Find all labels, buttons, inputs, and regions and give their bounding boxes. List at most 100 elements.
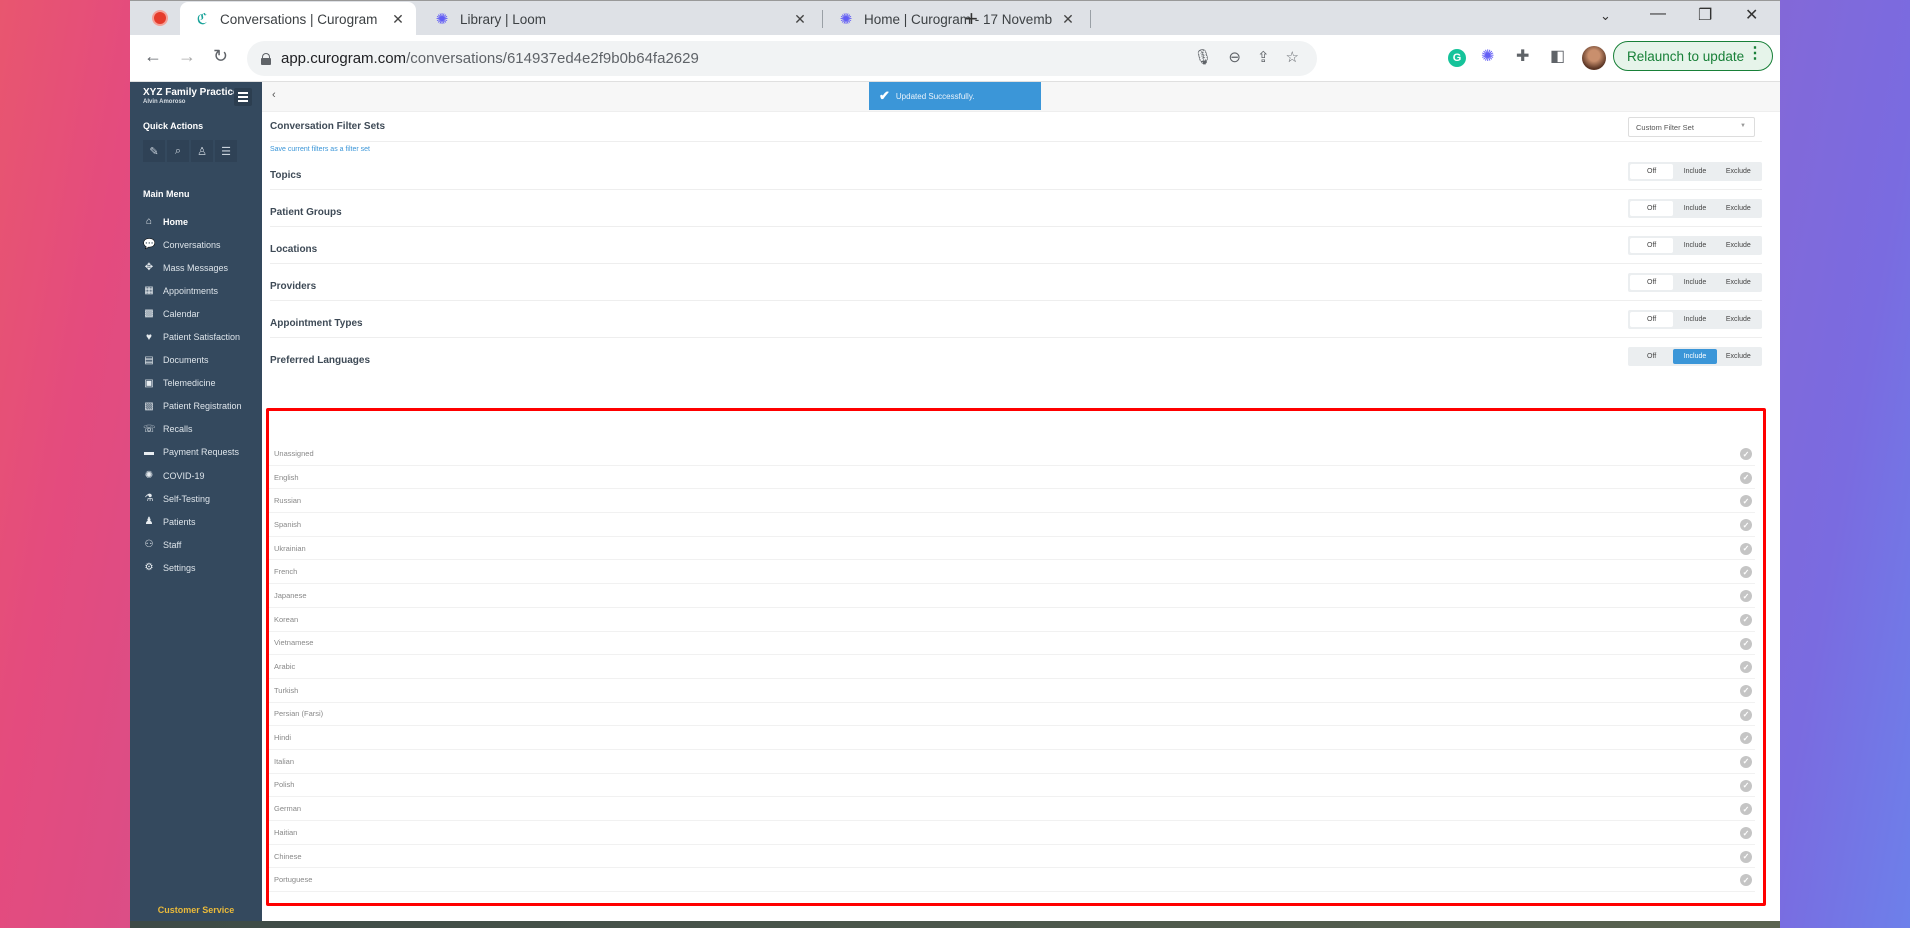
language-item[interactable]: Ukrainian ✓ bbox=[269, 537, 1755, 561]
check-circle-icon[interactable]: ✓ bbox=[1740, 684, 1752, 697]
save-filter-set-link[interactable]: Save current filters as a filter set bbox=[270, 146, 370, 153]
tab-search-chevron-icon[interactable]: ⌄ bbox=[1600, 8, 1611, 24]
check-circle-icon[interactable]: ✓ bbox=[1740, 448, 1752, 460]
loom-extension-icon[interactable]: ✺ bbox=[1481, 46, 1494, 66]
exclude-option[interactable]: Exclude bbox=[1717, 312, 1760, 327]
exclude-option[interactable]: Exclude bbox=[1717, 201, 1760, 216]
language-item[interactable]: Portuguese ✓ bbox=[269, 868, 1755, 893]
forward-arrow-icon[interactable]: → bbox=[178, 46, 196, 67]
back-arrow-icon[interactable]: ← bbox=[144, 46, 162, 67]
language-item[interactable]: German ✓ bbox=[269, 797, 1755, 821]
check-circle-icon[interactable]: ✓ bbox=[1740, 471, 1752, 484]
sidebar-item-conversations[interactable]: 💬 Conversations bbox=[143, 233, 261, 256]
close-tab-icon[interactable]: ✕ bbox=[388, 11, 408, 28]
side-panel-icon[interactable]: ◧ bbox=[1550, 46, 1565, 66]
language-item[interactable]: Chinese ✓ bbox=[269, 845, 1755, 869]
back-chevron-icon[interactable]: ‹ bbox=[272, 89, 276, 101]
grammarly-icon[interactable]: G bbox=[1448, 49, 1466, 67]
check-circle-icon[interactable]: ✓ bbox=[1740, 708, 1752, 721]
address-bar[interactable]: app.curogram.com/conversations/614937ed4… bbox=[247, 41, 1317, 76]
include-option[interactable]: Include bbox=[1673, 164, 1716, 179]
exclude-option[interactable]: Exclude bbox=[1717, 238, 1760, 253]
check-circle-icon[interactable]: ✓ bbox=[1740, 850, 1752, 863]
extensions-puzzle-icon[interactable]: ✚ bbox=[1516, 46, 1529, 66]
off-option[interactable]: Off bbox=[1630, 312, 1674, 327]
sidebar-item-patients[interactable]: ♟ Patients bbox=[143, 510, 261, 533]
check-circle-icon[interactable]: ✓ bbox=[1740, 874, 1752, 887]
sidebar-item-home[interactable]: ⌂ Home bbox=[143, 210, 261, 233]
check-circle-icon[interactable]: ✓ bbox=[1740, 590, 1752, 603]
language-item[interactable]: Vietnamese ✓ bbox=[269, 632, 1755, 656]
compose-icon[interactable]: ✎ bbox=[143, 140, 165, 162]
sidebar-item-payment-requests[interactable]: ▬ Payment Requests bbox=[143, 441, 261, 464]
sliders-icon[interactable]: ☰ bbox=[215, 140, 237, 162]
check-circle-icon[interactable]: ✓ bbox=[1740, 779, 1752, 792]
check-circle-icon[interactable]: ✓ bbox=[1740, 637, 1752, 650]
sidebar-item-recalls[interactable]: ☏ Recalls bbox=[143, 418, 261, 441]
sidebar-item-appointments[interactable]: ▦ Appointments bbox=[143, 279, 261, 302]
customer-service-link[interactable]: Customer Service bbox=[130, 905, 262, 915]
sidebar-item-patient-satisfaction[interactable]: ♥ Patient Satisfaction bbox=[143, 325, 261, 348]
hamburger-menu-icon[interactable] bbox=[234, 88, 252, 106]
language-item[interactable]: Korean ✓ bbox=[269, 608, 1755, 632]
language-item[interactable]: Russian ✓ bbox=[269, 489, 1755, 514]
language-item[interactable]: Persian (Farsi) ✓ bbox=[269, 703, 1755, 727]
check-circle-icon[interactable]: ✓ bbox=[1740, 519, 1752, 532]
tab-loom-library[interactable]: ✺ Library | Loom ✕ bbox=[420, 2, 818, 36]
microphone-icon[interactable]: 🎙︎ bbox=[1193, 48, 1212, 66]
exclude-option[interactable]: Exclude bbox=[1717, 164, 1760, 179]
off-option[interactable]: Off bbox=[1630, 164, 1674, 179]
sidebar-item-covid-19[interactable]: ✺ COVID-19 bbox=[143, 464, 261, 487]
reload-icon[interactable]: ↻ bbox=[213, 46, 228, 67]
language-item[interactable]: Japanese ✓ bbox=[269, 584, 1755, 608]
exclude-option[interactable]: Exclude bbox=[1717, 275, 1760, 290]
minimize-icon[interactable]: — bbox=[1650, 5, 1666, 23]
more-menu-icon[interactable]: ⋮ bbox=[1747, 46, 1763, 62]
language-item[interactable]: Italian ✓ bbox=[269, 750, 1755, 774]
check-circle-icon[interactable]: ✓ bbox=[1740, 732, 1752, 745]
sidebar-item-mass-messages[interactable]: ✥ Mass Messages bbox=[143, 256, 261, 279]
include-option[interactable]: Include bbox=[1673, 275, 1716, 290]
close-window-icon[interactable]: ✕ bbox=[1745, 5, 1758, 25]
bookmark-star-icon[interactable]: ☆ bbox=[1286, 48, 1299, 66]
language-item[interactable]: Polish ✓ bbox=[269, 774, 1755, 798]
check-circle-icon[interactable]: ✓ bbox=[1740, 755, 1752, 768]
off-option[interactable]: Off bbox=[1630, 201, 1674, 216]
sidebar-item-patient-registration[interactable]: ▧ Patient Registration bbox=[143, 395, 261, 418]
include-option[interactable]: Include bbox=[1673, 201, 1716, 216]
sidebar-item-self-testing[interactable]: ⚗ Self-Testing bbox=[143, 487, 261, 510]
close-tab-icon[interactable]: ✕ bbox=[790, 11, 810, 28]
zoom-out-icon[interactable]: ⊖ bbox=[1228, 48, 1241, 66]
url-text[interactable]: app.curogram.com/conversations/614937ed4… bbox=[281, 50, 699, 67]
close-tab-icon[interactable]: ✕ bbox=[1058, 11, 1078, 28]
language-item[interactable]: Unassigned ✓ bbox=[269, 442, 1755, 466]
check-circle-icon[interactable]: ✓ bbox=[1740, 803, 1752, 816]
language-item[interactable]: Arabic ✓ bbox=[269, 655, 1755, 679]
tab-home-curogram[interactable]: ✺ Home | Curogram - 17 Novemb ✕ bbox=[824, 2, 1086, 36]
filter-set-select[interactable]: Custom Filter Set ▼ bbox=[1628, 117, 1755, 137]
include-option[interactable]: Include bbox=[1673, 312, 1716, 327]
check-circle-icon[interactable]: ✓ bbox=[1740, 566, 1752, 579]
restore-icon[interactable]: ❐ bbox=[1698, 5, 1712, 25]
language-item[interactable]: Hindi ✓ bbox=[269, 726, 1755, 750]
language-item[interactable]: Haitian ✓ bbox=[269, 821, 1755, 845]
sidebar-item-telemedicine[interactable]: ▣ Telemedicine bbox=[143, 372, 261, 395]
check-circle-icon[interactable]: ✓ bbox=[1740, 613, 1752, 626]
exclude-option[interactable]: Exclude bbox=[1717, 349, 1760, 364]
off-option[interactable]: Off bbox=[1630, 238, 1674, 253]
include-option[interactable]: Include bbox=[1673, 238, 1716, 253]
patient-icon[interactable]: ♙ bbox=[191, 140, 213, 162]
include-option[interactable]: Include bbox=[1673, 349, 1717, 364]
language-item[interactable]: English ✓ bbox=[269, 466, 1755, 490]
sidebar-item-documents[interactable]: ▤ Documents bbox=[143, 349, 261, 372]
off-option[interactable]: Off bbox=[1630, 349, 1673, 364]
relaunch-to-update-button[interactable]: Relaunch to update ⋮ bbox=[1613, 41, 1773, 71]
check-circle-icon[interactable]: ✓ bbox=[1740, 542, 1752, 555]
tab-conversations[interactable]: ℭ Conversations | Curogram ✕ bbox=[180, 2, 416, 36]
language-item[interactable]: Turkish ✓ bbox=[269, 679, 1755, 703]
share-icon[interactable]: ⇪ bbox=[1257, 48, 1270, 66]
language-item[interactable]: Spanish ✓ bbox=[269, 513, 1755, 537]
sidebar-item-calendar[interactable]: ▩ Calendar bbox=[143, 302, 261, 325]
sidebar-item-settings[interactable]: ⚙ Settings bbox=[143, 556, 261, 579]
check-circle-icon[interactable]: ✓ bbox=[1740, 827, 1752, 839]
